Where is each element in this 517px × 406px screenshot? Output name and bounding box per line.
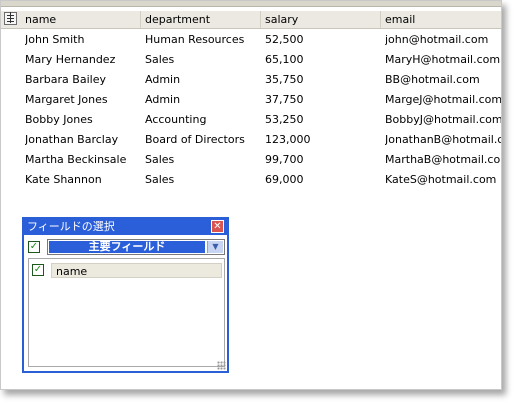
grid-header: name department salary email: [1, 11, 501, 29]
table-row[interactable]: Kate Shannon Sales 69,000 KateS@hotmail.com: [1, 170, 501, 190]
cell-email: john@hotmail.com: [385, 33, 489, 46]
cell-department: Board of Directors: [145, 133, 245, 146]
cell-name: Barbara Bailey: [25, 73, 106, 86]
resize-grip-icon[interactable]: [217, 361, 226, 370]
field-group-selected: 主要フィールド: [49, 241, 205, 253]
cell-name: Margaret Jones: [25, 93, 108, 106]
field-chooser-title-bar[interactable]: フィールドの選択 ✕: [24, 219, 227, 235]
cell-salary: 69,000: [265, 173, 304, 186]
column-header-label: department: [145, 13, 211, 26]
cell-department: Admin: [145, 73, 181, 86]
cell-email: MaryH@hotmail.com: [385, 53, 501, 66]
cell-department: Sales: [145, 53, 175, 66]
cell-salary: 53,250: [265, 113, 304, 126]
cell-department: Human Resources: [145, 33, 245, 46]
column-header-salary[interactable]: salary: [261, 11, 381, 28]
grid-frame: name department salary email John Smith H…: [0, 0, 502, 390]
table-row[interactable]: John Smith Human Resources 52,500 john@hotm…: [1, 30, 501, 50]
chevron-down-icon[interactable]: ▼: [207, 241, 223, 253]
table-row[interactable]: Martha Beckinsale Sales 99,700 MarthaB@hotm…: [1, 150, 501, 170]
cell-salary: 37,750: [265, 93, 304, 106]
cell-salary: 35,750: [265, 73, 304, 86]
column-header-department[interactable]: department: [141, 11, 261, 28]
cell-department: Admin: [145, 93, 181, 106]
column-header-label: email: [385, 13, 416, 26]
cell-email: BB@hotmail.com: [385, 73, 480, 86]
field-label: name: [51, 263, 222, 278]
cell-name: Bobby Jones: [25, 113, 93, 126]
field-group-row: ✓ 主要フィールド ▼: [28, 239, 225, 255]
top-border: [1, 1, 501, 7]
table-row[interactable]: Bobby Jones Accounting 53,250 BobbyJ@hotmai…: [1, 110, 501, 130]
cell-email: JonathanB@hotmail.co: [385, 133, 501, 146]
cell-email: MargeJ@hotmail.com: [385, 93, 501, 106]
field-chooser-title: フィールドの選択: [27, 220, 115, 233]
column-header-email[interactable]: email: [381, 11, 501, 28]
field-chooser-icon[interactable]: [4, 12, 17, 25]
field-chooser-panel: フィールドの選択 ✕ ✓ 主要フィールド ▼ ✓ name: [22, 217, 229, 373]
cell-department: Sales: [145, 173, 175, 186]
cell-department: Sales: [145, 153, 175, 166]
cell-salary: 99,700: [265, 153, 304, 166]
table-row[interactable]: Mary Hernandez Sales 65,100 MaryH@hotmail.c…: [1, 50, 501, 70]
cell-salary: 123,000: [265, 133, 311, 146]
column-header-label: salary: [265, 13, 299, 26]
field-list-item[interactable]: ✓ name: [32, 263, 222, 279]
field-group-dropdown[interactable]: 主要フィールド ▼: [47, 239, 225, 255]
cell-name: Kate Shannon: [25, 173, 102, 186]
close-icon[interactable]: ✕: [211, 220, 224, 233]
cell-department: Accounting: [145, 113, 207, 126]
cell-salary: 52,500: [265, 33, 304, 46]
group-checkbox[interactable]: ✓: [28, 241, 40, 253]
table-row[interactable]: Barbara Bailey Admin 35,750 BB@hotmail.com: [1, 70, 501, 90]
field-list: ✓ name: [28, 258, 225, 367]
table-row[interactable]: Jonathan Barclay Board of Directors 123,00…: [1, 130, 501, 150]
table-row[interactable]: Margaret Jones Admin 37,750 MargeJ@hotmail.…: [1, 90, 501, 110]
column-header-label: name: [25, 13, 57, 26]
field-checkbox[interactable]: ✓: [32, 264, 44, 276]
cell-email: BobbyJ@hotmail.com: [385, 113, 501, 126]
cell-email: MarthaB@hotmail.com: [385, 153, 501, 166]
cell-name: Jonathan Barclay: [25, 133, 119, 146]
cell-name: Mary Hernandez: [25, 53, 116, 66]
cell-email: KateS@hotmail.com: [385, 173, 497, 186]
cell-name: Martha Beckinsale: [25, 153, 127, 166]
cell-salary: 65,100: [265, 53, 304, 66]
cell-name: John Smith: [25, 33, 85, 46]
column-header-name[interactable]: name: [21, 11, 141, 28]
